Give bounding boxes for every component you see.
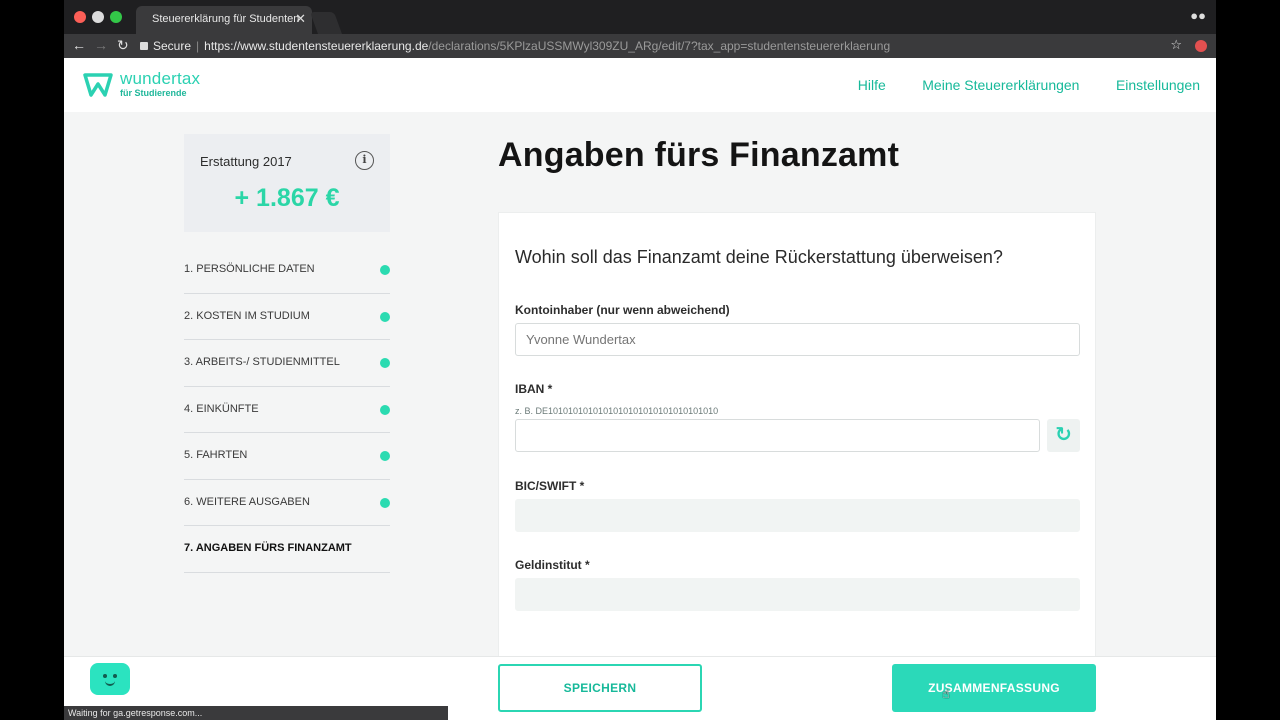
back-arrow-icon[interactable]: ← (72, 37, 86, 53)
minimize-window-button[interactable] (92, 11, 104, 23)
refund-summary-box: Erstattung 2017 i + 1.867 € (184, 134, 390, 232)
bot-eye (103, 674, 107, 678)
extension-icon[interactable] (1195, 40, 1207, 52)
bank-details-form: Wohin soll das Finanzamt deine Rückersta… (498, 212, 1096, 672)
step-complete-indicator (380, 311, 390, 322)
account-holder-label: Kontoinhaber (nur wenn abweichend) (515, 303, 730, 317)
account-holder-input[interactable] (515, 323, 1080, 356)
address-separator: | (196, 39, 200, 53)
close-window-button[interactable] (74, 11, 86, 23)
step-complete-indicator (380, 497, 390, 508)
incognito-icon: ●● (1190, 8, 1206, 23)
site-header: wundertax für Studierende Hilfe Meine St… (64, 58, 1216, 112)
step-item-personal-data[interactable]: 1. PERSÖNLICHE DATEN (184, 247, 390, 294)
new-tab-button[interactable] (309, 12, 343, 34)
url-path: /declarations/5KPlzaUSSMWyl309ZU_ARg/edi… (428, 39, 891, 53)
secure-label: Secure (153, 39, 192, 53)
bic-input (515, 499, 1080, 532)
tab-title: Steuererklärung für Studenten (152, 13, 300, 25)
step-complete-indicator (380, 404, 390, 415)
hand-cursor-icon: ☝ (942, 686, 950, 701)
summary-button[interactable]: ZUSAMMENFASSUNG (892, 664, 1096, 712)
tab-close-icon[interactable]: ✕ (295, 11, 306, 27)
step-complete-indicator (380, 451, 390, 461)
page-title: Angaben fürs Finanzamt (498, 136, 900, 174)
reload-icon[interactable]: ↻ (117, 37, 129, 54)
step-navigation: 1. PERSÖNLICHE DATEN 2. KOSTEN IM STUDIU… (184, 247, 390, 573)
info-icon[interactable]: i (355, 151, 374, 170)
step-item-study-costs[interactable]: 2. KOSTEN IM STUDIUM (184, 294, 390, 340)
save-button[interactable]: SPEICHERN (498, 664, 702, 712)
browser-status-bar: Waiting for ga.getresponse.com... (64, 706, 448, 720)
maximize-window-button[interactable] (110, 11, 122, 23)
step-item-other-expenses[interactable]: 6. WEITERE AUSGABEN (184, 480, 390, 526)
logo-name[interactable]: wundertax (120, 69, 200, 89)
browser-toolbar: ← → ↻ Secure | https://www.studentensteuer… (64, 34, 1216, 58)
bookmark-star-icon[interactable]: ☆ (1170, 37, 1182, 53)
iban-hint: z. B. DE10101010101010101010101010101010… (515, 406, 719, 416)
wundertax-logo-icon[interactable] (82, 72, 114, 98)
lock-icon (140, 42, 148, 50)
step-complete-indicator (380, 265, 390, 275)
logo-subtitle: für Studierende (120, 88, 187, 98)
step-label: 6. WEITERE AUSGABEN (184, 495, 310, 508)
step-label: 3. ARBEITS-/ STUDIENMITTEL (184, 356, 340, 368)
url-host: https://www.studentensteuererklaerung.de (204, 39, 429, 53)
browser-tab-bar: Steuererklärung für Studenten ✕ ●● (64, 0, 1216, 34)
step-label: 4. EINKÜNFTE (184, 402, 259, 415)
browser-tab[interactable]: Steuererklärung für Studenten ✕ (136, 6, 312, 34)
step-item-tax-office-details[interactable]: 7. ANGABEN FÜRS FINANZAMT (184, 526, 390, 573)
forward-arrow-icon[interactable]: → (94, 37, 108, 53)
step-label: 1. PERSÖNLICHE DATEN (184, 263, 315, 275)
bank-name-input (515, 578, 1080, 611)
bank-name-label: Geldinstitut * (515, 558, 590, 572)
nav-link-settings[interactable]: Einstellungen (1116, 77, 1200, 93)
step-label: 7. ANGABEN FÜRS FINANZAMT (184, 542, 352, 554)
step-item-trips[interactable]: 5. FAHRTEN (184, 433, 390, 480)
page-content: Erstattung 2017 i + 1.867 € 1. PERSÖNLIC… (64, 112, 1216, 672)
step-complete-indicator (380, 358, 390, 368)
refresh-icon[interactable]: ↻ (1047, 419, 1080, 452)
bot-mouth (105, 681, 115, 686)
bot-eye (113, 674, 117, 678)
step-item-income[interactable]: 4. EINKÜNFTE (184, 387, 390, 433)
nav-link-my-declarations[interactable]: Meine Steuererklärungen (922, 77, 1079, 93)
top-navigation: Hilfe Meine Steuererklärungen Einstellun… (826, 77, 1200, 95)
refund-amount: + 1.867 € (234, 184, 340, 212)
step-item-work-study-materials[interactable]: 3. ARBEITS-/ STUDIENMITTEL (184, 340, 390, 387)
browser-window: Steuererklärung für Studenten ✕ ●● ← → ↻… (64, 0, 1216, 720)
refund-label: Erstattung 2017 (200, 154, 292, 169)
bic-label: BIC/SWIFT * (515, 479, 585, 493)
chat-bot-icon[interactable] (90, 663, 130, 695)
step-label: 5. FAHRTEN (184, 449, 248, 461)
form-question: Wohin soll das Finanzamt deine Rückersta… (515, 247, 1003, 267)
iban-input[interactable] (515, 419, 1040, 452)
address-bar[interactable]: Secure | https://www.studentensteuererklae… (140, 36, 1188, 56)
nav-link-help[interactable]: Hilfe (858, 77, 886, 93)
iban-label: IBAN * (515, 382, 553, 396)
step-label: 2. KOSTEN IM STUDIUM (184, 309, 310, 322)
